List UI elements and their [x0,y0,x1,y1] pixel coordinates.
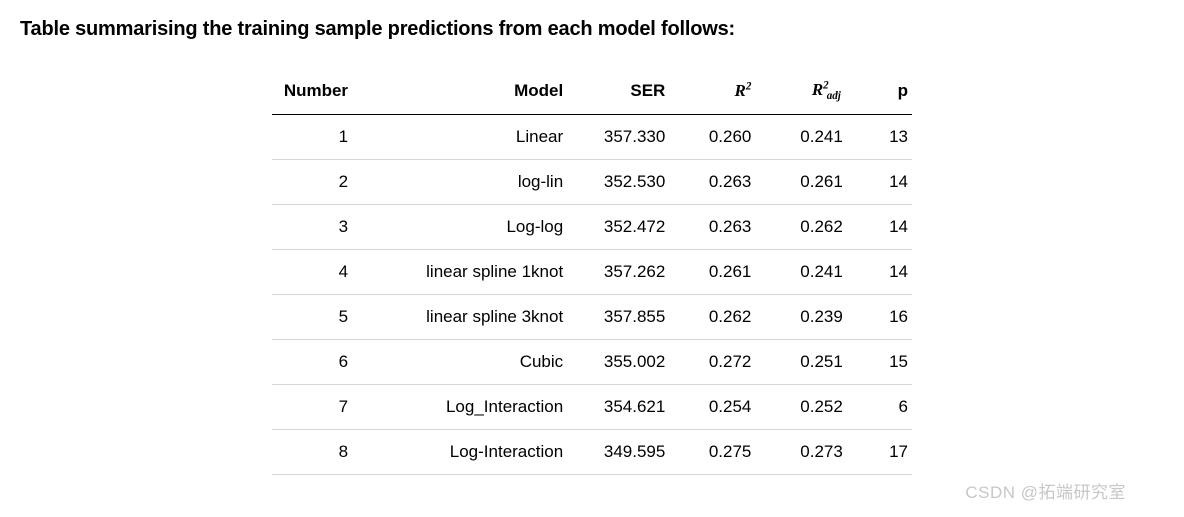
table-row: 1 Linear 357.330 0.260 0.241 13 [272,115,912,160]
cell-number: 2 [272,160,358,205]
cell-number: 8 [272,430,358,475]
cell-r2adj: 0.251 [761,340,852,385]
cell-model: Cubic [358,340,573,385]
cell-model: Linear [358,115,573,160]
cell-r2adj: 0.241 [761,115,852,160]
cell-model: log-lin [358,160,573,205]
watermark-text: CSDN @拓端研究室 [965,478,1126,503]
cell-r2: 0.261 [675,250,761,295]
table-row: 7 Log_Interaction 354.621 0.254 0.252 6 [272,385,912,430]
cell-r2: 0.275 [675,430,761,475]
cell-model: Log_Interaction [358,385,573,430]
table-row: 5 linear spline 3knot 357.855 0.262 0.23… [272,295,912,340]
cell-r2: 0.263 [675,205,761,250]
table-header-row: Number Model SER R2 R2adj p [272,69,912,115]
table-row: 4 linear spline 1knot 357.262 0.261 0.24… [272,250,912,295]
header-model: Model [358,69,573,115]
cell-p: 14 [853,250,912,295]
cell-p: 14 [853,160,912,205]
cell-r2: 0.260 [675,115,761,160]
cell-ser: 355.002 [573,340,675,385]
cell-r2adj: 0.262 [761,205,852,250]
cell-r2adj: 0.239 [761,295,852,340]
cell-ser: 349.595 [573,430,675,475]
cell-model: linear spline 1knot [358,250,573,295]
table-row: 6 Cubic 355.002 0.272 0.251 15 [272,340,912,385]
cell-r2adj: 0.241 [761,250,852,295]
cell-r2: 0.254 [675,385,761,430]
cell-p: 6 [853,385,912,430]
header-p: p [853,69,912,115]
table-row: 8 Log-Interaction 349.595 0.275 0.273 17 [272,430,912,475]
results-table: Number Model SER R2 R2adj p 1 Linear 357… [272,69,912,475]
cell-p: 16 [853,295,912,340]
cell-model: Log-log [358,205,573,250]
header-r2adj: R2adj [761,69,852,115]
cell-r2adj: 0.252 [761,385,852,430]
cell-number: 7 [272,385,358,430]
cell-r2adj: 0.261 [761,160,852,205]
table-row: 3 Log-log 352.472 0.263 0.262 14 [272,205,912,250]
header-r2: R2 [675,69,761,115]
cell-p: 13 [853,115,912,160]
table-container: Number Model SER R2 R2adj p 1 Linear 357… [272,69,912,475]
cell-ser: 354.621 [573,385,675,430]
cell-number: 1 [272,115,358,160]
cell-p: 14 [853,205,912,250]
cell-p: 17 [853,430,912,475]
cell-ser: 357.855 [573,295,675,340]
cell-r2: 0.262 [675,295,761,340]
cell-r2: 0.272 [675,340,761,385]
page-title: Table summarising the training sample pr… [20,18,1164,41]
cell-number: 3 [272,205,358,250]
cell-ser: 357.262 [573,250,675,295]
cell-model: linear spline 3knot [358,295,573,340]
cell-r2adj: 0.273 [761,430,852,475]
cell-model: Log-Interaction [358,430,573,475]
header-number: Number [272,69,358,115]
cell-ser: 357.330 [573,115,675,160]
table-row: 2 log-lin 352.530 0.263 0.261 14 [272,160,912,205]
cell-number: 4 [272,250,358,295]
cell-ser: 352.472 [573,205,675,250]
header-ser: SER [573,69,675,115]
cell-number: 5 [272,295,358,340]
cell-number: 6 [272,340,358,385]
cell-ser: 352.530 [573,160,675,205]
table-body: 1 Linear 357.330 0.260 0.241 13 2 log-li… [272,115,912,475]
cell-r2: 0.263 [675,160,761,205]
cell-p: 15 [853,340,912,385]
